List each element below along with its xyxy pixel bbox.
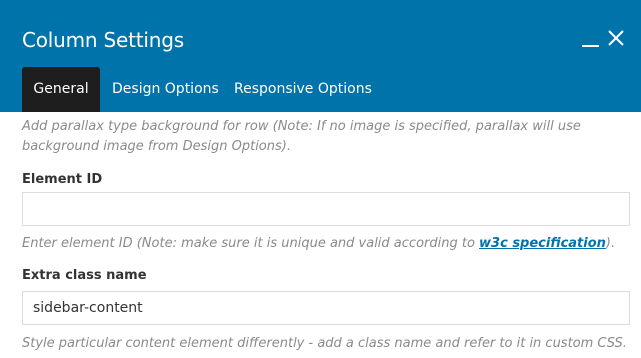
element-id-help-suffix: ). bbox=[605, 236, 616, 251]
tab-responsive-options[interactable]: Responsive Options bbox=[234, 67, 372, 112]
tab-general[interactable]: General bbox=[22, 67, 100, 112]
column-settings-panel: Column Settings General Design Options R… bbox=[0, 0, 641, 358]
tab-design-options[interactable]: Design Options bbox=[112, 67, 219, 112]
element-id-label: Element ID bbox=[22, 172, 103, 187]
close-button[interactable] bbox=[605, 24, 629, 52]
extra-class-label: Extra class name bbox=[22, 268, 147, 283]
minimize-button[interactable] bbox=[579, 24, 603, 52]
panel-title: Column Settings bbox=[22, 28, 184, 52]
element-id-input[interactable] bbox=[22, 192, 630, 226]
element-id-help-prefix: Enter element ID (Note: make sure it is … bbox=[22, 236, 480, 251]
panel-header: Column Settings General Design Options R… bbox=[0, 0, 641, 112]
element-id-help-text: Enter element ID (Note: make sure it is … bbox=[22, 234, 630, 254]
minimize-icon bbox=[582, 45, 599, 47]
w3c-specification-link[interactable]: w3c specification bbox=[479, 236, 606, 251]
parallax-help-text: Add parallax type background for row (No… bbox=[22, 119, 581, 154]
extra-class-input[interactable] bbox=[22, 291, 630, 325]
close-icon bbox=[608, 30, 624, 46]
extra-class-help-text: Style particular content element differe… bbox=[22, 336, 627, 351]
